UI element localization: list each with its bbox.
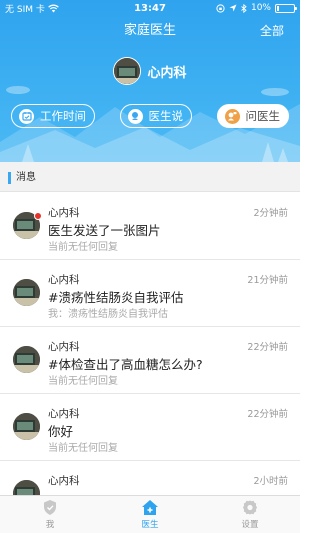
doctor-says-button[interactable]: 医生说 [119, 104, 192, 128]
message-reply: 当前无任何回复 [48, 443, 118, 454]
doctor-info[interactable]: 心内科 [0, 57, 300, 85]
tab-doctor[interactable]: 医生 [100, 496, 200, 533]
message-text: 医生发送了一张图片 [48, 223, 161, 238]
message-sender: 心内科 [48, 475, 80, 487]
status-bar: 无 SIM 卡 13:47 10% [0, 0, 300, 16]
ask-doctor-label: 问医生 [245, 109, 281, 123]
doctor-name: 心内科 [147, 65, 187, 81]
bluetooth-icon [241, 3, 247, 13]
tab-me[interactable]: 我 [0, 496, 100, 533]
message-item[interactable]: 心内科 22分钟前 #体检查出了高血糖怎么办? 当前无任何回复 [0, 327, 300, 394]
tab-settings[interactable]: 设置 [200, 496, 300, 533]
message-list: 心内科 2分钟前 医生发送了一张图片 当前无任何回复 心内科 21分钟前 #溃疡… [0, 193, 300, 495]
ask-doctor-button[interactable]: 问医生 [216, 104, 289, 128]
message-sender: 心内科 [48, 341, 80, 353]
message-item[interactable]: 心内科 2小时前 [0, 461, 300, 495]
message-text: #溃疡性结肠炎自我评估 [48, 290, 184, 305]
calendar-icon [19, 108, 34, 124]
battery-percent: 10% [250, 3, 271, 13]
section-title: 消息 [16, 172, 36, 183]
orientation-lock-icon [216, 3, 225, 13]
tab-settings-label: 设置 [241, 520, 259, 530]
header: 无 SIM 卡 13:47 10% 家庭医生 全部 心内科 工作时间 医生说 问… [0, 0, 300, 162]
message-item[interactable]: 心内科 22分钟前 你好 当前无任何回复 [0, 394, 300, 461]
message-item[interactable]: 心内科 21分钟前 #溃疡性结肠炎自我评估 我：溃疡性结肠炎自我评估 [0, 260, 300, 327]
action-pills: 工作时间 医生说 问医生 [11, 104, 289, 128]
message-reply: 我：溃疡性结肠炎自我评估 [48, 309, 168, 320]
carrier-label: 无 SIM 卡 [5, 4, 45, 15]
message-time: 2分钟前 [253, 208, 288, 219]
wifi-icon [48, 4, 59, 12]
tab-doctor-label: 医生 [141, 520, 159, 530]
location-icon [229, 4, 237, 12]
work-hours-button[interactable]: 工作时间 [11, 104, 95, 128]
status-time: 13:47 [134, 2, 166, 14]
message-text: #体检查出了高血糖怎么办? [48, 357, 203, 372]
message-avatar [13, 480, 40, 495]
message-reply: 当前无任何回复 [48, 242, 118, 253]
tab-bar: 我 医生 设置 [0, 495, 300, 533]
section-accent-bar [8, 172, 11, 184]
tab-me-label: 我 [45, 520, 55, 530]
message-avatar [13, 413, 40, 440]
message-item[interactable]: 心内科 2分钟前 医生发送了一张图片 当前无任何回复 [0, 193, 300, 260]
all-filter-button[interactable]: 全部 [260, 18, 284, 44]
work-hours-label: 工作时间 [40, 109, 86, 123]
message-time: 22分钟前 [247, 409, 288, 420]
doctor-says-icon [127, 108, 143, 124]
message-text: 你好 [48, 424, 74, 439]
message-sender: 心内科 [48, 207, 80, 219]
doctor-says-label: 医生说 [148, 109, 184, 123]
shield-icon [44, 500, 56, 515]
nav-bar: 家庭医生 全部 [0, 18, 300, 44]
messages-section-header: 消息 [0, 162, 300, 192]
gear-icon [243, 500, 257, 515]
message-time: 22分钟前 [247, 342, 288, 353]
message-sender: 心内科 [48, 274, 80, 286]
message-avatar [13, 279, 40, 306]
message-time: 21分钟前 [247, 275, 288, 286]
doctor-house-icon [142, 500, 158, 515]
page-title: 家庭医生 [123, 23, 176, 38]
message-avatar [13, 346, 40, 373]
unread-badge [34, 212, 42, 220]
message-time: 2小时前 [253, 476, 288, 487]
message-reply: 当前无任何回复 [48, 376, 118, 387]
doctor-avatar [113, 57, 142, 85]
battery-icon [275, 3, 297, 13]
ask-doctor-icon [224, 108, 240, 124]
message-sender: 心内科 [48, 408, 80, 420]
